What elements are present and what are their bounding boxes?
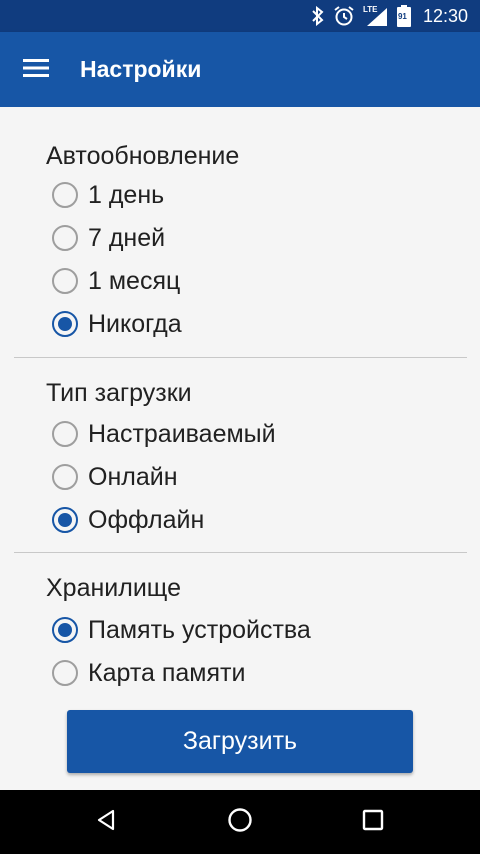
home-icon [227,807,253,838]
recents-icon [362,809,384,836]
network-label: LTE [362,5,378,14]
autoupdate-section-title: Автообновление [46,142,240,170]
app-bar: Настройки [0,32,480,107]
download-type-section-title: Тип загрузки [46,379,192,407]
option-label: 1 день [88,180,165,209]
option-label: Настраиваемый [88,419,276,448]
home-button[interactable] [220,802,260,842]
alarm-icon [333,5,355,27]
radio-button[interactable] [52,464,78,490]
battery-level: 91 [397,12,407,21]
status-bar: LTE 91 12:30 [0,0,480,32]
storage-option-memory-card[interactable]: Карта памяти [52,653,245,687]
page-title: Настройки [80,56,202,82]
radio-button[interactable] [52,421,78,447]
settings-content[interactable]: Автообновление 1 день 7 дней 1 месяц Ник… [0,107,480,687]
radio-button[interactable] [52,660,78,686]
download-type-option-offline[interactable]: Оффлайн [52,500,204,540]
battery-icon: 91 [396,5,411,27]
option-label: Память устройства [88,615,311,644]
option-label: Оффлайн [88,505,205,534]
storage-option-device-memory[interactable]: Память устройства [52,610,311,650]
section-divider [14,357,467,358]
status-icons: LTE 91 12:30 [311,0,468,32]
radio-button-checked[interactable] [52,617,78,643]
radio-button-checked[interactable] [52,311,78,337]
download-type-option-custom[interactable]: Настраиваемый [52,414,276,454]
section-divider [14,552,467,553]
system-nav-bar [0,790,480,854]
option-label: 7 дней [88,223,166,252]
option-label: Карта памяти [88,658,246,687]
back-icon [94,808,118,837]
radio-button-checked[interactable] [52,507,78,533]
recents-button[interactable] [353,802,393,842]
back-button[interactable] [86,802,126,842]
autoupdate-option-7-days[interactable]: 7 дней [52,218,165,258]
option-label: Онлайн [88,462,178,491]
download-type-option-online[interactable]: Онлайн [52,457,178,497]
option-label: 1 месяц [88,266,181,295]
menu-button[interactable] [14,48,58,92]
bluetooth-icon [311,6,325,26]
autoupdate-option-never[interactable]: Никогда [52,304,182,344]
status-time: 12:30 [422,5,468,26]
radio-button[interactable] [52,225,78,251]
autoupdate-option-1-day[interactable]: 1 день [52,175,164,215]
radio-button[interactable] [52,182,78,208]
option-label: Никогда [88,309,182,338]
download-button[interactable]: Загрузить [67,710,413,773]
radio-button[interactable] [52,268,78,294]
autoupdate-option-1-month[interactable]: 1 месяц [52,261,180,301]
hamburger-menu-icon [23,58,49,83]
storage-section-title: Хранилище [46,574,181,602]
lte-signal-icon: LTE [363,5,389,27]
